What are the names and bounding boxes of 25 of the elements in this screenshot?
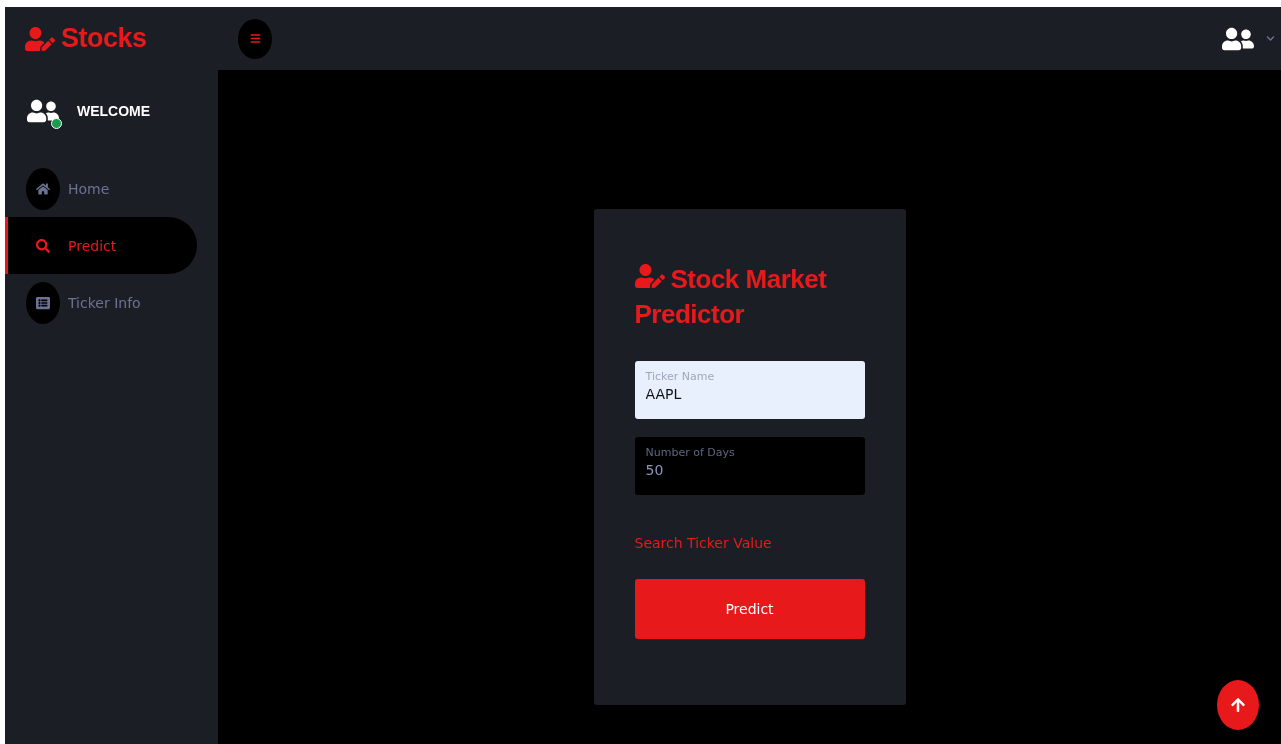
nav-label: Ticker Info: [68, 294, 141, 311]
scroll-top-button[interactable]: [1217, 680, 1259, 730]
field-label: Ticker Name: [645, 370, 716, 383]
menu-button[interactable]: [238, 18, 272, 59]
list-icon: [26, 281, 60, 324]
caret-icon[interactable]: [1266, 34, 1275, 43]
text-input[interactable]: 50: [645, 462, 854, 478]
user-edit-icon: [634, 261, 665, 291]
welcome-text: WELCOME: [77, 103, 151, 119]
nav-item[interactable]: Predict: [5, 217, 197, 274]
card-title: Stock Market Predictor: [634, 261, 865, 332]
home-icon: [26, 167, 60, 210]
input-field[interactable]: Number of Days 50: [634, 437, 865, 495]
field-label: Number of Days: [645, 446, 736, 459]
brand-title: Stocks: [61, 23, 147, 54]
search-link[interactable]: Search Ticker Value: [634, 535, 865, 551]
nav-label: Predict: [68, 237, 117, 254]
menu-icon: [249, 33, 261, 44]
nav-item[interactable]: Ticker Info: [5, 274, 197, 331]
arrow-up-icon: [1230, 697, 1246, 713]
nav-item[interactable]: Home: [5, 160, 197, 217]
text-input[interactable]: AAPL: [645, 386, 854, 402]
input-field[interactable]: Ticker Name AAPL: [634, 361, 865, 419]
predict-button[interactable]: Predict: [634, 579, 865, 639]
nav-label: Home: [68, 180, 110, 197]
